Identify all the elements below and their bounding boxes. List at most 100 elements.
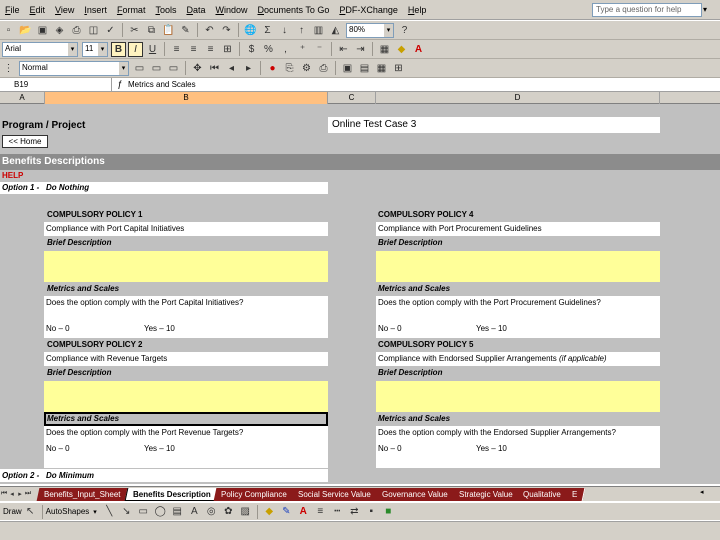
tab-strategic-value[interactable]: Strategic Value [451, 487, 521, 501]
menu-tools[interactable]: Tools [150, 5, 181, 15]
textbox-icon[interactable]: ▤ [170, 504, 185, 519]
hyperlink-icon[interactable]: 🌐 [243, 23, 258, 38]
redo-icon[interactable]: ↷ [219, 23, 234, 38]
tab-policy-compliance[interactable]: Policy Compliance [213, 487, 296, 501]
save-icon[interactable]: ▣ [35, 23, 50, 38]
print-preview-icon[interactable]: ◫ [86, 23, 101, 38]
line-color-icon[interactable]: ✎ [279, 504, 294, 519]
sort-ascending-icon[interactable]: ↓ [277, 23, 292, 38]
menu-documents-to-go[interactable]: Documents To Go [253, 5, 335, 15]
printer-icon[interactable]: ⎙ [316, 61, 331, 76]
tab-first-icon[interactable]: ⏮ [0, 490, 8, 498]
align-right-icon[interactable]: ≡ [203, 42, 218, 57]
formula-input[interactable]: Metrics and Scales [128, 78, 196, 91]
spelling-icon[interactable]: ✓ [103, 23, 118, 38]
policy1-brief-input[interactable] [44, 251, 328, 282]
policy4-name-cell[interactable]: Compliance with Port Procurement Guideli… [376, 222, 660, 236]
policy5-metrics-cell[interactable]: Does the option comply with the Endorsed… [376, 426, 660, 468]
selected-cell-b19[interactable]: Metrics and Scales [44, 412, 328, 426]
align-left-icon[interactable]: ≡ [169, 42, 184, 57]
policy2-metrics-cell[interactable]: Does the option comply with the Port Rev… [44, 426, 328, 468]
fill-color-icon[interactable]: ◆ [394, 42, 409, 57]
policy2-name-cell[interactable]: Compliance with Revenue Targets [44, 352, 328, 366]
name-box[interactable]: B19 [0, 78, 112, 91]
option1-row[interactable]: Option 1 - Do Nothing [0, 182, 328, 194]
cut-icon[interactable]: ✂ [127, 23, 142, 38]
dash-style-icon[interactable]: ┅ [330, 504, 345, 519]
autosum-icon[interactable]: Σ [260, 23, 275, 38]
chart-wizard-icon[interactable]: ▥ [311, 23, 326, 38]
merge-center-icon[interactable]: ⊞ [220, 42, 235, 57]
tab-qualitative[interactable]: Qualitative [515, 487, 570, 501]
tab-next-icon[interactable]: ▸ [16, 490, 24, 498]
drawing-icon[interactable]: ◭ [328, 23, 343, 38]
move-icon[interactable]: ✥ [190, 61, 205, 76]
form-icon[interactable]: ▤ [357, 61, 372, 76]
format-painter-icon[interactable]: ✎ [178, 23, 193, 38]
help-link[interactable]: HELP [2, 171, 23, 180]
copy-icon[interactable]: ⧉ [144, 23, 159, 38]
line-style-icon[interactable]: ≡ [313, 504, 328, 519]
menu-edit[interactable]: Edit [25, 5, 51, 15]
policy5-name-cell[interactable]: Compliance with Endorsed Supplier Arrang… [376, 352, 660, 366]
line-icon[interactable]: ╲ [102, 504, 117, 519]
open-icon[interactable]: 📂 [18, 23, 33, 38]
paste-icon[interactable]: 📋 [161, 23, 176, 38]
draw-menu[interactable]: Draw [3, 507, 22, 516]
tab-e[interactable]: E [564, 487, 586, 501]
tab-social-service-value[interactable]: Social Service Value [290, 487, 380, 501]
column-header-b[interactable]: B [45, 92, 328, 104]
underline-button[interactable]: U [145, 42, 160, 57]
pdf-settings-icon[interactable]: ⚙ [299, 61, 314, 76]
worksheet-grid[interactable]: Program / Project Online Test Case 3 << … [0, 104, 720, 484]
first-icon[interactable]: ⏮ [207, 61, 222, 76]
menu-pdf-xchange[interactable]: PDF-XChange [334, 5, 403, 15]
menu-window[interactable]: Window [210, 5, 252, 15]
percent-icon[interactable]: % [261, 42, 276, 57]
snapshot-icon[interactable]: ▣ [340, 61, 355, 76]
borders-icon[interactable]: ▦ [377, 42, 392, 57]
currency-icon[interactable]: $ [244, 42, 259, 57]
increase-decimal-icon[interactable]: ⁺ [295, 42, 310, 57]
oval-icon[interactable]: ◯ [153, 504, 168, 519]
font-select[interactable]: Arial ▾ [2, 41, 78, 57]
policy5-brief-input[interactable] [376, 381, 660, 412]
column-header-c[interactable]: C [328, 92, 376, 104]
arrow-icon[interactable]: ↘ [119, 504, 134, 519]
italic-button[interactable]: I [128, 41, 143, 57]
print-icon[interactable]: ⎙ [69, 23, 84, 38]
home-button[interactable]: << Home [2, 135, 48, 148]
align-center-icon[interactable]: ≡ [186, 42, 201, 57]
table-icon[interactable]: ⊞ [391, 61, 406, 76]
comma-style-icon[interactable]: , [278, 42, 293, 57]
font-color-icon[interactable]: A [411, 42, 426, 57]
menu-format[interactable]: Format [112, 5, 151, 15]
option2-row[interactable]: Option 2 - Do Minimum [0, 469, 328, 482]
program-value-cell[interactable]: Online Test Case 3 [328, 117, 660, 133]
bold-button[interactable]: B [111, 41, 126, 57]
cell-box-icon[interactable]: ▭ [149, 61, 164, 76]
record-icon[interactable]: ● [265, 61, 280, 76]
menu-help[interactable]: Help [403, 5, 432, 15]
sort-descending-icon[interactable]: ↑ [294, 23, 309, 38]
tab-benefits-description[interactable]: Benefits Description [124, 487, 219, 501]
shadow-icon[interactable]: ▪ [364, 504, 379, 519]
style-select[interactable]: Normal ▾ [19, 60, 129, 76]
policy1-name-cell[interactable]: Compliance with Port Capital Initiatives [44, 222, 328, 236]
permission-icon[interactable]: ◈ [52, 23, 67, 38]
menu-view[interactable]: View [50, 5, 79, 15]
new-icon[interactable]: ▫ [1, 23, 16, 38]
tab-last-icon[interactable]: ⏭ [24, 490, 32, 498]
menu-insert[interactable]: Insert [79, 5, 112, 15]
font-color-icon[interactable]: A [296, 504, 311, 519]
cell-box-icon[interactable]: ▭ [132, 61, 147, 76]
zoom-select[interactable]: 80% ▾ [346, 22, 394, 38]
cell-box-icon[interactable]: ▭ [166, 61, 181, 76]
tab-governance-value[interactable]: Governance Value [374, 487, 456, 501]
chevron-down-icon[interactable]: ▾ [703, 5, 707, 14]
horizontal-scroll-left-icon[interactable]: ◂ [700, 488, 720, 500]
select-objects-icon[interactable]: ↖ [23, 504, 38, 519]
3d-style-icon[interactable]: ■ [381, 504, 396, 519]
column-header-d[interactable]: D [376, 92, 660, 104]
pdf-icon[interactable]: ⎘ [282, 61, 297, 76]
